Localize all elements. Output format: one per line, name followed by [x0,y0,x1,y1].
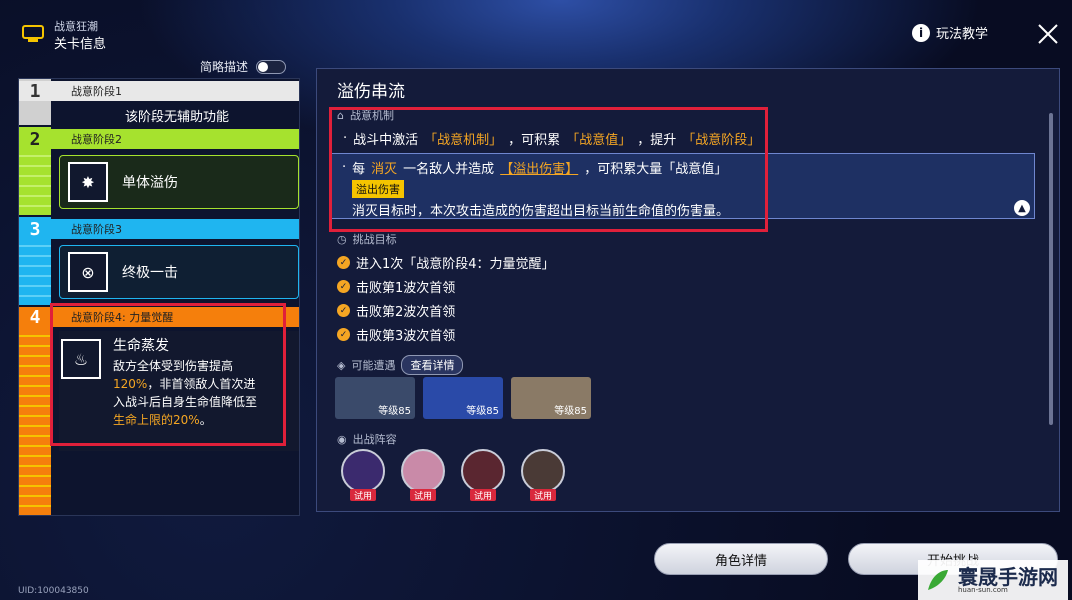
tutorial-label: 玩法教学 [936,27,989,42]
check-icon: ✓ [337,304,350,317]
stage-4-number: 4 [19,307,51,328]
watermark: 寰晟手游网 huan-sun.com [918,560,1068,600]
stage-3-number: 3 [19,219,51,240]
clock-icon: ◷ [337,232,347,246]
brief-description-toggle-row: 简略描述 [200,58,287,75]
scrollbar[interactable] [1049,113,1053,425]
stage-list-panel: 1 战意阶段1 该阶段无辅助功能 2 战意阶段2 ✸ 单体溢伤 3 战意阶段3 … [18,78,300,516]
challenge-item: ✓ 进入1次「战意阶段4：力量觉醒」 [337,253,555,272]
check-icon: ✓ [337,280,350,293]
enemy-card[interactable]: 等级85 [511,377,591,419]
check-icon: ✓ [337,256,350,269]
annotation-box-stage4 [50,303,286,446]
stage-1-header: 战意阶段1 [51,81,299,101]
collapse-icon[interactable]: ▲ [1014,200,1030,216]
character-avatar[interactable] [461,449,505,493]
enemies-section-label: ◈ 可能遭遇 查看详情 [337,355,464,375]
stage-1-number: 1 [19,81,51,102]
ultimate-strike-icon: ⊗ [68,252,108,292]
team-icon: ◉ [337,432,347,446]
enemies-label-text: 可能遭遇 [351,359,396,372]
character-avatar[interactable] [521,449,565,493]
stage-info-icon [22,25,44,42]
trial-badge: 试用 [470,489,496,502]
watermark-logo-icon [928,570,948,590]
stage-3-skill-card[interactable]: ⊗ 终极一击 [59,245,299,299]
stage-2-number: 2 [19,129,51,150]
single-target-icon: ✸ [68,162,108,202]
close-icon[interactable] [1036,22,1060,46]
page-title: 关卡信息 [54,37,107,52]
brief-description-toggle[interactable] [256,59,287,74]
enemy-card[interactable]: 等级85 [423,377,503,419]
character-avatar[interactable] [401,449,445,493]
trial-badge: 试用 [350,489,376,502]
stage-1-description: 该阶段无辅助功能 [125,110,230,125]
stage-2-header: 战意阶段2 [51,129,299,149]
character-details-button[interactable]: 角色详情 [654,543,828,575]
lineup-label-text: 出战阵容 [352,433,397,446]
character-avatar[interactable] [341,449,385,493]
stage-2-skill-card[interactable]: ✸ 单体溢伤 [59,155,299,209]
lineup-section-label: ◉ 出战阵容 [337,431,397,447]
challenge-label-text: 挑战目标 [352,233,397,246]
enemy-card[interactable]: 等级85 [335,377,415,419]
stage-3-skill-name: 终极一击 [122,265,178,281]
challenge-item: ✓ 击败第2波次首领 [337,301,455,320]
info-icon: i [912,23,930,42]
view-details-button[interactable]: 查看详情 [401,355,464,375]
stage-2-skill-name: 单体溢伤 [122,175,178,191]
challenge-item: ✓ 击败第1波次首领 [337,277,455,296]
challenge-section-label: ◷ 挑战目标 [337,231,397,247]
challenge-item: ✓ 击败第3波次首领 [337,325,455,344]
stage-3-header: 战意阶段3 [51,219,299,239]
check-icon: ✓ [337,328,350,341]
trial-badge: 试用 [410,489,436,502]
annotation-box-mechanic [329,107,768,232]
detail-title: 溢伤串流 [337,82,405,102]
mode-name: 战意狂潮 [54,20,98,33]
trial-badge: 试用 [530,489,556,502]
enemy-icon: ◈ [337,358,346,372]
watermark-url: huan-sun.com [958,585,1008,594]
watermark-text: 寰晟手游网 [958,564,1058,589]
uid-label: UID:100043850 [18,586,89,596]
tutorial-button[interactable]: i 玩法教学 [912,23,988,42]
brief-description-label: 简略描述 [200,60,249,74]
